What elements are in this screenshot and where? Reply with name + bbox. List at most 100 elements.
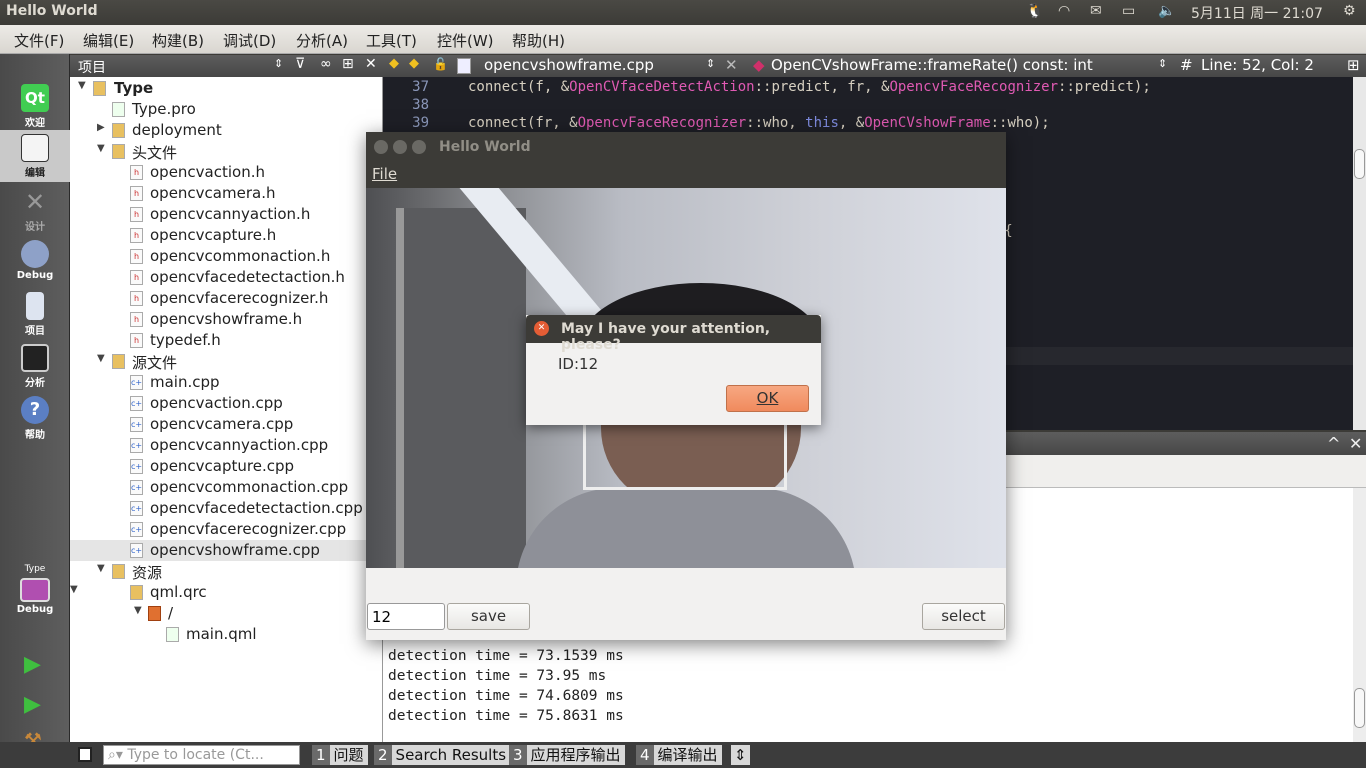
- collapse-arrow-icon[interactable]: ▶: [97, 122, 105, 133]
- mode-projects[interactable]: 项目: [0, 288, 70, 340]
- split-editor-icon[interactable]: ⊞: [1347, 56, 1360, 74]
- forward-arrow-icon[interactable]: ◆: [409, 56, 419, 71]
- close-file-icon[interactable]: ✕: [725, 56, 738, 74]
- menu-analyze[interactable]: 分析(A): [296, 30, 348, 51]
- expand-arrow-icon[interactable]: ▼: [70, 584, 78, 595]
- link-icon[interactable]: ∞: [320, 56, 332, 72]
- mode-edit[interactable]: 编辑: [0, 130, 70, 182]
- tree-item[interactable]: h typedef.h: [70, 330, 383, 351]
- menu-tools[interactable]: 工具(T): [366, 30, 417, 51]
- select-button[interactable]: select: [922, 603, 1005, 630]
- tree-item[interactable]: c+ opencvcannyaction.cpp: [70, 435, 383, 456]
- tree-item[interactable]: ▼ /: [70, 603, 383, 624]
- volume-icon[interactable]: 🔈: [1158, 3, 1175, 19]
- active-window-title: Hello World: [6, 3, 98, 19]
- tree-item[interactable]: ▼ 头文件: [70, 141, 383, 162]
- tree-item[interactable]: main.qml: [70, 624, 383, 645]
- app-menu-file[interactable]: File: [372, 165, 397, 183]
- tree-item[interactable]: c+ opencvcommonaction.cpp: [70, 477, 383, 498]
- cpp-file-icon: c+: [130, 396, 143, 411]
- filter-icon[interactable]: ⊽: [295, 56, 305, 72]
- window-close-icon[interactable]: [374, 140, 388, 154]
- tux-icon[interactable]: 🐧: [1026, 3, 1043, 19]
- tree-item-label: Type.pro: [132, 100, 196, 118]
- symbol-arrows-icon[interactable]: ⇕: [1158, 57, 1167, 70]
- close-pane-icon[interactable]: ✕: [1349, 434, 1362, 453]
- expand-arrow-icon[interactable]: ▼: [97, 353, 105, 364]
- toggle-sidebar-icon[interactable]: [78, 747, 92, 762]
- tree-item[interactable]: c+ opencvfacedetectaction.cpp: [70, 498, 383, 519]
- window-maximize-icon[interactable]: [412, 140, 426, 154]
- output-tab[interactable]: 4 编译输出: [636, 745, 722, 765]
- menu-window[interactable]: 控件(W): [437, 30, 494, 51]
- cursor-position[interactable]: Line: 52, Col: 2: [1201, 56, 1314, 74]
- view-select-arrows-icon[interactable]: ⇕: [274, 57, 283, 70]
- clock[interactable]: 5月11日 周一 21:07: [1191, 3, 1323, 23]
- tree-item[interactable]: h opencvcommonaction.h: [70, 246, 383, 267]
- mode-debug[interactable]: Debug: [0, 236, 70, 288]
- tree-item[interactable]: c+ opencvcapture.cpp: [70, 456, 383, 477]
- tree-item[interactable]: h opencvfacerecognizer.h: [70, 288, 383, 309]
- mode-welcome[interactable]: Qt 欢迎: [0, 80, 70, 132]
- editor-scrollbar[interactable]: [1353, 77, 1366, 430]
- wifi-icon[interactable]: ◠: [1058, 3, 1070, 19]
- dropdown-arrows-icon[interactable]: ⇕: [706, 57, 715, 70]
- tree-item[interactable]: h opencvcamera.h: [70, 183, 383, 204]
- menu-file[interactable]: 文件(F): [14, 30, 64, 51]
- tree-item[interactable]: c+ main.cpp: [70, 372, 383, 393]
- tree-item[interactable]: ▼ qml.qrc: [70, 582, 383, 603]
- locate-input[interactable]: ⌕▾ Type to locate (Ct...: [103, 745, 300, 765]
- tree-item[interactable]: ▼ 源文件: [70, 351, 383, 372]
- window-minimize-icon[interactable]: [393, 140, 407, 154]
- more-tabs-arrows-icon[interactable]: ⇕: [731, 745, 750, 765]
- run-icon[interactable]: ▶: [24, 652, 41, 677]
- tree-item[interactable]: Type.pro: [70, 99, 383, 120]
- tree-item[interactable]: h opencvaction.h: [70, 162, 383, 183]
- dialog-close-icon[interactable]: ✕: [534, 321, 549, 336]
- mode-design[interactable]: ✕ 设计: [0, 184, 70, 236]
- tree-item[interactable]: h opencvcapture.h: [70, 225, 383, 246]
- mode-analyze[interactable]: 分析: [0, 340, 70, 392]
- output-tab[interactable]: 1 问题: [312, 745, 368, 765]
- line-number: 39: [412, 115, 429, 131]
- tree-item[interactable]: h opencvcannyaction.h: [70, 204, 383, 225]
- tree-item[interactable]: ▼ 资源: [70, 561, 383, 582]
- tree-item[interactable]: ▶ deployment: [70, 120, 383, 141]
- output-tab[interactable]: 3 应用程序输出: [509, 745, 625, 765]
- close-icon[interactable]: ✕: [365, 56, 377, 72]
- menu-help[interactable]: 帮助(H): [512, 30, 565, 51]
- id-input[interactable]: 12: [367, 603, 445, 630]
- expand-arrow-icon[interactable]: ▼: [97, 563, 105, 574]
- split-icon[interactable]: ⊞: [342, 56, 354, 72]
- tree-item[interactable]: c+ opencvshowframe.cpp: [70, 540, 383, 561]
- menu-build[interactable]: 构建(B): [152, 30, 204, 51]
- power-icon[interactable]: ⚙: [1343, 3, 1356, 19]
- tab-number: 3: [509, 745, 527, 765]
- mail-icon[interactable]: ✉: [1090, 3, 1102, 19]
- expand-arrow-icon[interactable]: ▼: [78, 80, 86, 91]
- open-file-dropdown[interactable]: opencvshowframe.cpp: [484, 56, 654, 74]
- tree-item[interactable]: ▼ Type: [70, 78, 383, 99]
- ok-button[interactable]: OK: [726, 385, 809, 412]
- tree-item-label: 资源: [132, 564, 163, 582]
- back-arrow-icon[interactable]: ◆: [389, 56, 399, 71]
- save-button[interactable]: save: [447, 603, 530, 630]
- expand-arrow-icon[interactable]: ▼: [134, 605, 142, 616]
- debug-run-icon[interactable]: ▶: [24, 692, 41, 717]
- menu-edit[interactable]: 编辑(E): [83, 30, 134, 51]
- maximize-pane-icon[interactable]: ^: [1327, 434, 1340, 453]
- tree-item[interactable]: c+ opencvaction.cpp: [70, 393, 383, 414]
- kit-selector[interactable]: Type Debug: [0, 564, 70, 634]
- tree-item[interactable]: h opencvfacedetectaction.h: [70, 267, 383, 288]
- mode-help[interactable]: ? 帮助: [0, 392, 70, 444]
- output-scrollbar[interactable]: [1353, 488, 1366, 742]
- symbol-dropdown[interactable]: OpenCVshowFrame::frameRate() const: int: [771, 56, 1093, 74]
- output-tab[interactable]: 2 Search Results: [374, 745, 511, 765]
- tree-item[interactable]: c+ opencvfacerecognizer.cpp: [70, 519, 383, 540]
- project-panel-title[interactable]: 项目: [78, 57, 106, 77]
- tree-item[interactable]: h opencvshowframe.h: [70, 309, 383, 330]
- tree-item[interactable]: c+ opencvcamera.cpp: [70, 414, 383, 435]
- battery-icon[interactable]: ▭: [1122, 3, 1135, 19]
- menu-debug[interactable]: 调试(D): [223, 30, 276, 51]
- expand-arrow-icon[interactable]: ▼: [97, 143, 105, 154]
